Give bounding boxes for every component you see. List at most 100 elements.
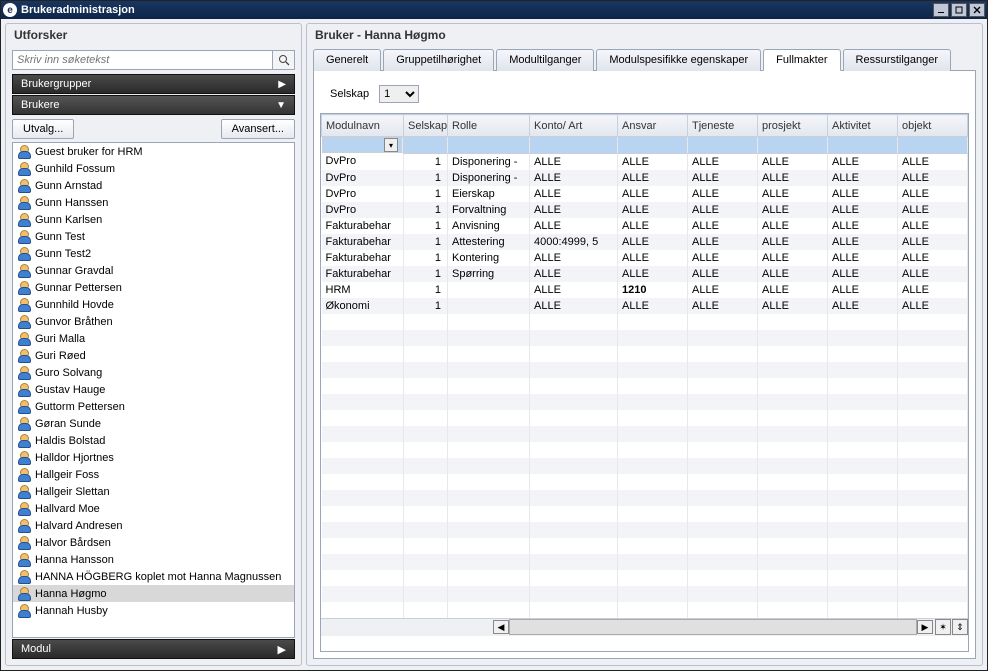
scroll-right-button[interactable]: ▶ <box>917 620 933 634</box>
grid-row[interactable]: Fakturabehar1Attestering4000:4999, 5ALLE… <box>322 234 968 250</box>
grid-row[interactable] <box>322 458 968 474</box>
selskap-select[interactable]: 1 <box>379 85 419 103</box>
user-list-item[interactable]: Gunhild Fossum <box>13 160 294 177</box>
tab-generelt[interactable]: Generelt <box>313 49 381 71</box>
grid-row[interactable]: Fakturabehar1AnvisningALLEALLEALLEALLEAL… <box>322 218 968 234</box>
tab-modulspesifikke[interactable]: Modulspesifikke egenskaper <box>596 49 761 71</box>
grid-row[interactable] <box>322 554 968 570</box>
grid-row[interactable]: DvPro1Disponering -ALLEALLEALLEALLEALLEA… <box>322 170 968 186</box>
user-list-item[interactable]: Gunn Test <box>13 228 294 245</box>
nav-brukergrupper[interactable]: Brukergrupper ▶ <box>12 74 295 94</box>
nav-brukere[interactable]: Brukere ▼ <box>12 95 295 115</box>
filter-konto[interactable] <box>530 137 618 154</box>
col-aktivitet[interactable]: Aktivitet <box>828 115 898 137</box>
user-list-item[interactable]: Gunnar Pettersen <box>13 279 294 296</box>
scroll-track[interactable] <box>509 619 917 635</box>
tab-ressurstilganger[interactable]: Ressurstilganger <box>843 49 952 71</box>
filter-aktivitet[interactable] <box>828 137 898 154</box>
user-list-item[interactable]: Hallgeir Foss <box>13 466 294 483</box>
user-list-item[interactable]: Hallvard Moe <box>13 500 294 517</box>
nav-modul[interactable]: Modul ▶ <box>12 639 295 659</box>
search-input[interactable] <box>12 50 273 70</box>
user-list-item[interactable]: Gunnar Gravdal <box>13 262 294 279</box>
col-ansvar[interactable]: Ansvar <box>618 115 688 137</box>
user-list-item[interactable]: HANNA HÖGBERG koplet mot Hanna Magnussen <box>13 568 294 585</box>
filter-tjeneste[interactable] <box>688 137 758 154</box>
grid-row[interactable] <box>322 602 968 618</box>
col-konto[interactable]: Konto/ Art <box>530 115 618 137</box>
grid-row[interactable] <box>322 506 968 522</box>
maximize-button[interactable] <box>951 3 967 17</box>
grid-cell-aktivitet <box>828 522 898 538</box>
tab-fullmakter[interactable]: Fullmakter <box>763 49 840 71</box>
grid-row[interactable] <box>322 586 968 602</box>
grid-row[interactable] <box>322 442 968 458</box>
grid-row[interactable] <box>322 378 968 394</box>
user-list-item[interactable]: Guri Røed <box>13 347 294 364</box>
user-list-item[interactable]: Gunn Test2 <box>13 245 294 262</box>
col-objekt[interactable]: objekt <box>898 115 968 137</box>
grid-row[interactable] <box>322 362 968 378</box>
grid-row[interactable]: Fakturabehar1SpørringALLEALLEALLEALLEALL… <box>322 266 968 282</box>
user-list-item[interactable]: Guest bruker for HRM <box>13 143 294 160</box>
user-list-item[interactable]: Hanna Hansson <box>13 551 294 568</box>
grid-row[interactable] <box>322 346 968 362</box>
grid-row[interactable] <box>322 490 968 506</box>
grid-expand-button[interactable]: ✶ <box>935 619 951 635</box>
tab-modultilganger[interactable]: Modultilganger <box>496 49 594 71</box>
grid-row[interactable]: Fakturabehar1KonteringALLEALLEALLEALLEAL… <box>322 250 968 266</box>
user-list-item[interactable]: Gunn Arnstad <box>13 177 294 194</box>
user-list-item[interactable]: Hanna Høgmo <box>13 585 294 602</box>
close-button[interactable] <box>969 3 985 17</box>
utvalg-button[interactable]: Utvalg... <box>12 119 74 139</box>
grid-row[interactable]: Økonomi1ALLEALLEALLEALLEALLEALLE <box>322 298 968 314</box>
grid-row[interactable] <box>322 330 968 346</box>
grid-collapse-button[interactable]: ⇕ <box>952 619 968 635</box>
grid-row[interactable]: DvPro1ForvaltningALLEALLEALLEALLEALLEALL… <box>322 202 968 218</box>
grid-row[interactable] <box>322 394 968 410</box>
filter-prosjekt[interactable] <box>758 137 828 154</box>
user-list-item[interactable]: Gøran Sunde <box>13 415 294 432</box>
user-list-item[interactable]: Guttorm Pettersen <box>13 398 294 415</box>
user-list[interactable]: Guest bruker for HRMGunhild FossumGunn A… <box>12 142 295 638</box>
col-selskap[interactable]: Selskap <box>404 115 448 137</box>
avansert-button[interactable]: Avansert... <box>221 119 295 139</box>
col-prosjekt[interactable]: prosjekt <box>758 115 828 137</box>
tab-gruppetilhorighet[interactable]: Gruppetilhørighet <box>383 49 494 71</box>
user-list-item[interactable]: Guro Solvang <box>13 364 294 381</box>
user-list-item[interactable]: Gunn Hanssen <box>13 194 294 211</box>
grid-row[interactable]: DvPro1EierskapALLEALLEALLEALLEALLEALLE <box>322 186 968 202</box>
grid-row[interactable]: HRM1ALLE1210ALLEALLEALLEALLE <box>322 282 968 298</box>
filter-objekt[interactable] <box>898 137 968 154</box>
user-list-item[interactable]: Halvor Bårdsen <box>13 534 294 551</box>
user-list-item[interactable]: Haldis Bolstad <box>13 432 294 449</box>
user-list-item[interactable]: Gunvor Bråthen <box>13 313 294 330</box>
grid-row[interactable] <box>322 426 968 442</box>
user-list-item[interactable]: Hannah Husby <box>13 602 294 619</box>
grid-row[interactable]: DvPro1Disponering -ALLEALLEALLEALLEALLEA… <box>322 153 968 170</box>
col-tjeneste[interactable]: Tjeneste <box>688 115 758 137</box>
filter-selskap[interactable] <box>404 137 448 154</box>
search-button[interactable] <box>273 50 295 70</box>
user-list-item[interactable]: Hallgeir Slettan <box>13 483 294 500</box>
user-list-item[interactable]: Guri Malla <box>13 330 294 347</box>
col-rolle[interactable]: Rolle <box>448 115 530 137</box>
user-list-item[interactable]: Gunnhild Hovde <box>13 296 294 313</box>
grid-row[interactable] <box>322 474 968 490</box>
filter-rolle[interactable] <box>448 137 530 154</box>
filter-ansvar[interactable] <box>618 137 688 154</box>
grid-row[interactable] <box>322 410 968 426</box>
filter-dropdown-icon[interactable]: ▾ <box>384 138 398 152</box>
grid-row[interactable] <box>322 314 968 330</box>
grid-row[interactable] <box>322 522 968 538</box>
user-list-item[interactable]: Halvard Andresen <box>13 517 294 534</box>
col-modulnavn[interactable]: Modulnavn <box>322 115 404 137</box>
user-list-item[interactable]: Gustav Hauge <box>13 381 294 398</box>
scroll-left-button[interactable]: ◀ <box>493 620 509 634</box>
grid-row[interactable] <box>322 538 968 554</box>
user-list-item[interactable]: Gunn Karlsen <box>13 211 294 228</box>
minimize-button[interactable] <box>933 3 949 17</box>
user-list-item[interactable]: Halldor Hjortnes <box>13 449 294 466</box>
filter-modulnavn[interactable]: ▾ <box>322 137 404 153</box>
grid-row[interactable] <box>322 570 968 586</box>
